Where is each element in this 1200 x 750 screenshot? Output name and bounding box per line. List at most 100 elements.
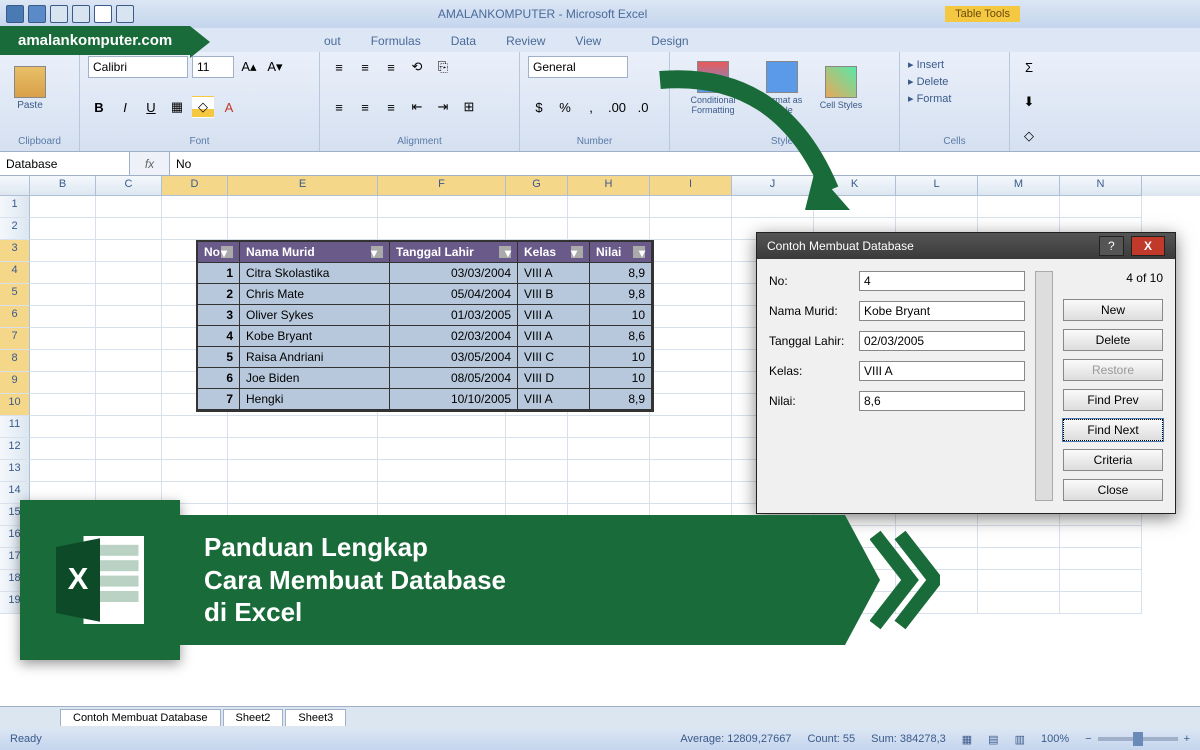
cell[interactable] [568,218,650,240]
cell[interactable] [896,196,978,218]
cell[interactable] [30,394,96,416]
dialog-scrollbar[interactable] [1035,271,1053,501]
align-left-icon[interactable]: ≡ [328,96,350,118]
cell[interactable] [650,262,732,284]
view-break-icon[interactable]: ▥ [1015,733,1025,746]
table-cell[interactable]: 03/03/2004 [390,263,518,284]
tab-view[interactable]: View [561,30,615,52]
cell[interactable] [30,416,96,438]
decrease-indent-icon[interactable]: ⇤ [406,96,428,118]
fill-icon[interactable]: ⬇ [1018,91,1040,113]
table-row[interactable]: 2Chris Mate05/04/2004VIII B9,8 [198,284,652,305]
table-cell[interactable]: 03/05/2004 [390,347,518,368]
print-icon[interactable] [116,5,134,23]
align-center-icon[interactable]: ≡ [354,96,376,118]
wrap-text-button[interactable]: ⎘ [432,56,454,78]
cell[interactable] [978,570,1060,592]
cell[interactable] [378,218,506,240]
cell[interactable] [30,372,96,394]
cell[interactable] [978,548,1060,570]
table-cell[interactable]: VIII A [518,389,590,410]
table-header-cell[interactable]: No ▾ [198,242,240,263]
cell[interactable] [30,306,96,328]
cell[interactable] [650,196,732,218]
number-format-combo[interactable] [528,56,628,78]
row-header[interactable]: 2 [0,218,30,240]
cell[interactable] [96,372,162,394]
cell[interactable] [650,218,732,240]
table-header-cell[interactable]: Nilai ▾ [590,242,652,263]
increase-font-icon[interactable]: A▴ [238,56,260,78]
decrease-font-icon[interactable]: A▾ [264,56,286,78]
fill-color-button[interactable]: ◇ [192,96,214,118]
table-cell[interactable]: Citra Skolastika [240,263,390,284]
column-header[interactable]: M [978,176,1060,196]
format-button[interactable]: ▸ Format [908,90,1001,107]
cell[interactable] [506,196,568,218]
sheet-tab[interactable]: Sheet2 [223,709,284,726]
restore-record-button[interactable]: Restore [1063,359,1163,381]
table-cell[interactable]: 8,9 [590,263,652,284]
table-cell[interactable]: 10 [590,305,652,326]
table-header-cell[interactable]: Tanggal Lahir ▾ [390,242,518,263]
cell[interactable] [650,394,732,416]
formula-input[interactable]: No [170,152,1200,175]
cell[interactable] [506,460,568,482]
delete-button[interactable]: ▸ Delete [908,73,1001,90]
cell[interactable] [506,438,568,460]
cell[interactable] [1060,548,1142,570]
dialog-close-button[interactable]: X [1131,236,1165,256]
column-header[interactable]: H [568,176,650,196]
table-cell[interactable]: Raisa Andriani [240,347,390,368]
row-header[interactable]: 11 [0,416,30,438]
cell[interactable] [30,284,96,306]
row-header[interactable]: 9 [0,372,30,394]
row-header[interactable]: 13 [0,460,30,482]
table-cell[interactable]: 10/10/2005 [390,389,518,410]
row-header[interactable]: 7 [0,328,30,350]
table-cell[interactable]: 05/04/2004 [390,284,518,305]
cell[interactable] [30,460,96,482]
table-row[interactable]: 5Raisa Andriani03/05/2004VIII C10 [198,347,652,368]
cell[interactable] [96,306,162,328]
sheet-tab[interactable]: Sheet3 [285,709,346,726]
cell[interactable] [378,460,506,482]
tab-layout[interactable]: out [310,30,355,52]
find-prev-button[interactable]: Find Prev [1063,389,1163,411]
new-record-button[interactable]: New [1063,299,1163,321]
table-cell[interactable]: VIII A [518,305,590,326]
table-cell[interactable]: 6 [198,368,240,389]
cell-styles-button[interactable]: Cell Styles [816,56,866,120]
table-cell[interactable]: VIII A [518,326,590,347]
zoom-in-icon[interactable]: + [1184,733,1190,745]
cell[interactable] [96,460,162,482]
table-row[interactable]: 6Joe Biden08/05/2004VIII D10 [198,368,652,389]
row-header[interactable]: 6 [0,306,30,328]
cell[interactable] [96,438,162,460]
select-all-corner[interactable] [0,176,30,196]
italic-button[interactable]: I [114,96,136,118]
table-cell[interactable]: 10 [590,347,652,368]
table-cell[interactable]: VIII B [518,284,590,305]
cell[interactable] [96,328,162,350]
table-cell[interactable]: 1 [198,263,240,284]
increase-decimal-icon[interactable]: .00 [606,96,628,118]
column-header[interactable]: D [162,176,228,196]
tab-review[interactable]: Review [492,30,559,52]
percent-icon[interactable]: % [554,96,576,118]
font-name-combo[interactable] [88,56,188,78]
close-form-button[interactable]: Close [1063,479,1163,501]
cell[interactable] [650,372,732,394]
table-header-cell[interactable]: Nama Murid ▾ [240,242,390,263]
cell[interactable] [978,526,1060,548]
column-header[interactable]: I [650,176,732,196]
row-header[interactable]: 10 [0,394,30,416]
table-cell[interactable]: Kobe Bryant [240,326,390,347]
align-top-icon[interactable]: ≡ [328,56,350,78]
form-field-input[interactable] [859,271,1025,291]
cell[interactable] [228,218,378,240]
column-header[interactable]: N [1060,176,1142,196]
table-header-cell[interactable]: Kelas ▾ [518,242,590,263]
cell[interactable] [96,350,162,372]
cell[interactable] [650,438,732,460]
